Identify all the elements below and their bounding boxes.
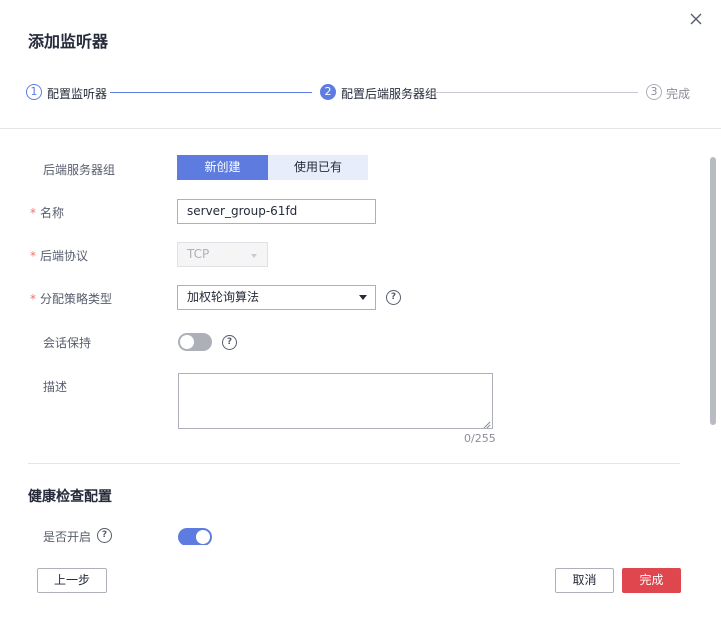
required-mark: * — [30, 249, 36, 263]
step-3-label: 完成 — [666, 87, 691, 101]
step-1-label: 配置监听器 — [47, 87, 108, 101]
section-divider — [28, 463, 680, 464]
required-mark: * — [30, 206, 36, 220]
algorithm-value: 加权轮询算法 — [187, 290, 260, 304]
toggle-knob — [196, 530, 210, 544]
step-1-number: 1 — [26, 84, 42, 100]
cancel-button[interactable]: 取消 — [555, 568, 614, 593]
chevron-down-icon — [251, 254, 257, 258]
health-check-title: 健康检查配置 — [28, 489, 112, 505]
protocol-value: TCP — [187, 247, 210, 261]
algorithm-label-text: 分配策略类型 — [40, 292, 113, 306]
vertical-scrollbar[interactable] — [710, 157, 716, 425]
protocol-label-text: 后端协议 — [40, 249, 89, 263]
session-toggle[interactable] — [178, 333, 212, 351]
description-counter: 0/255 — [464, 432, 496, 445]
chevron-down-icon — [359, 295, 367, 300]
name-label-text: 名称 — [40, 206, 65, 220]
finish-button[interactable]: 完成 — [622, 568, 681, 593]
use-existing-button[interactable]: 使用已有 — [268, 155, 368, 180]
close-icon[interactable] — [688, 11, 704, 27]
previous-step-button[interactable]: 上一步 — [37, 568, 107, 593]
resize-handle-icon[interactable] — [482, 418, 491, 429]
toggle-knob — [180, 335, 194, 349]
algorithm-select[interactable]: 加权轮询算法 — [177, 285, 376, 310]
step-connector — [434, 92, 638, 93]
help-icon[interactable]: ? — [222, 335, 237, 350]
name-label: * 名称 — [30, 204, 64, 221]
backend-group-label: 后端服务器组 — [43, 163, 116, 177]
step-2-label: 配置后端服务器组 — [341, 87, 438, 101]
health-check-enable-label: 是否开启 — [43, 530, 92, 544]
step-2-number: 2 — [320, 84, 336, 100]
name-input[interactable]: server_group-61fd — [177, 199, 376, 224]
create-new-button[interactable]: 新创建 — [177, 155, 268, 180]
dialog-title: 添加监听器 — [28, 32, 109, 51]
description-textarea[interactable] — [178, 373, 493, 429]
help-icon[interactable]: ? — [97, 528, 112, 543]
step-connector — [110, 92, 312, 93]
help-icon[interactable]: ? — [386, 290, 401, 305]
algorithm-label: * 分配策略类型 — [30, 290, 112, 307]
header-divider — [0, 128, 721, 129]
step-3-number: 3 — [646, 84, 662, 100]
session-label: 会话保持 — [43, 336, 92, 350]
description-label: 描述 — [43, 380, 68, 394]
protocol-label: * 后端协议 — [30, 247, 88, 264]
required-mark: * — [30, 292, 36, 306]
health-check-toggle[interactable] — [178, 528, 212, 546]
